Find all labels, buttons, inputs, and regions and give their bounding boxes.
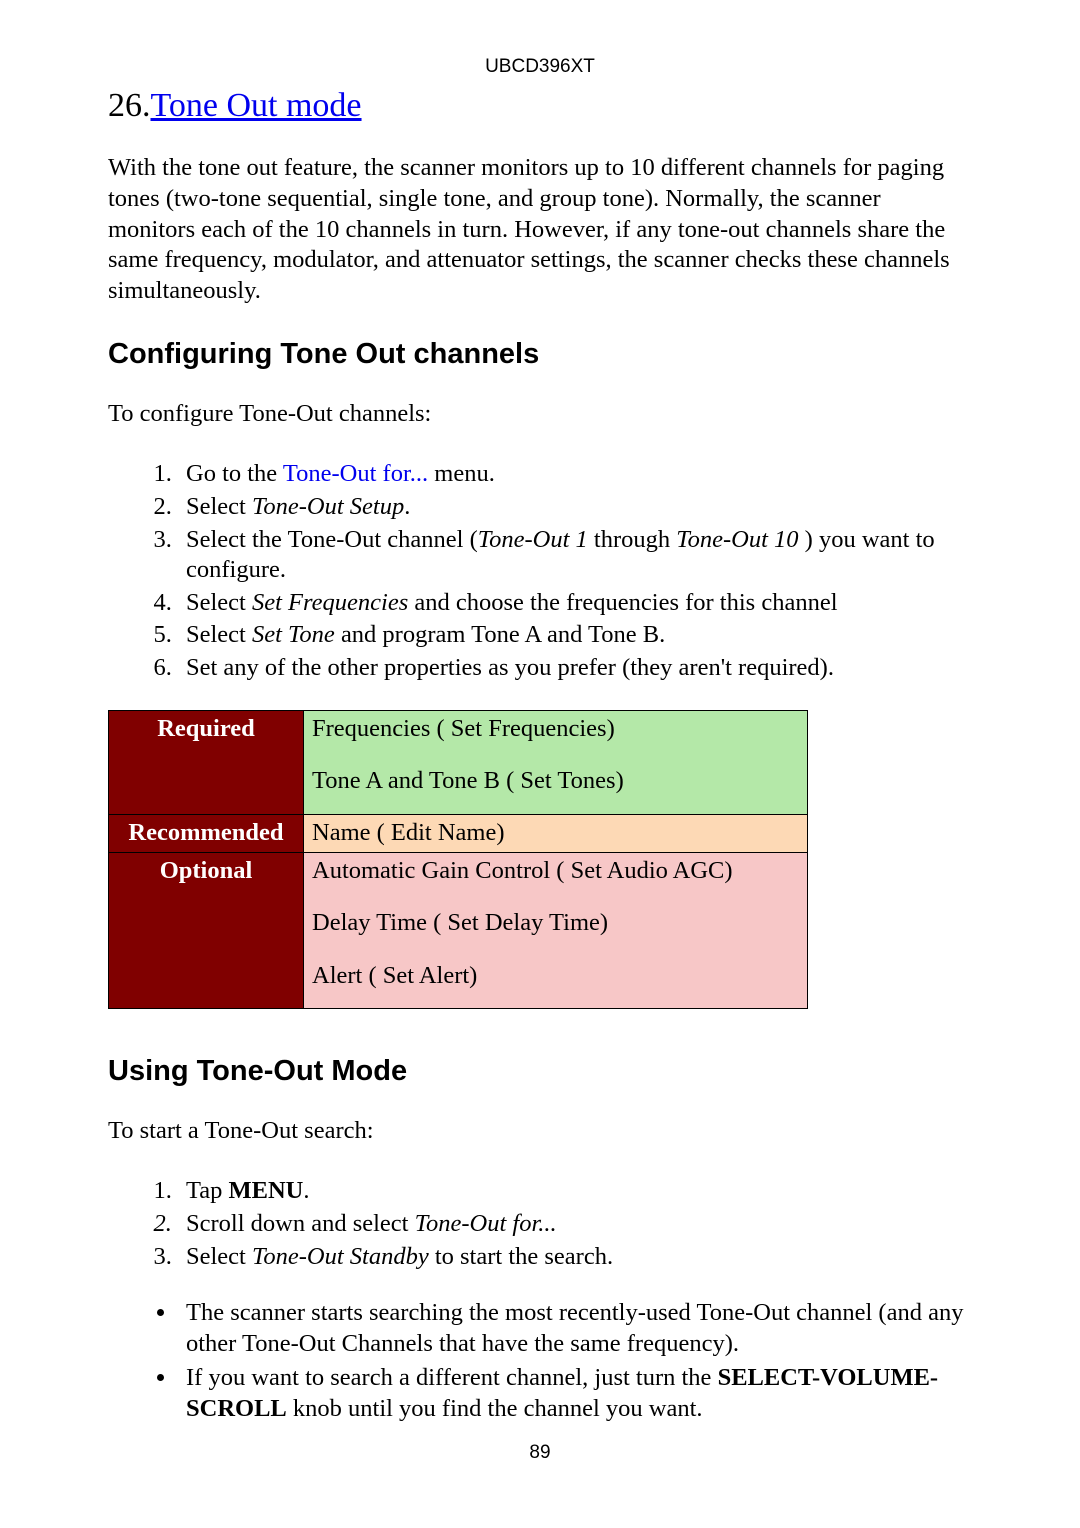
step-text: through	[588, 526, 676, 553]
step-italic: Set Frequencies	[252, 589, 408, 616]
step-italic: Tone-Out for...	[415, 1210, 557, 1237]
spacer	[312, 939, 799, 961]
list-item: Set any of the other properties as you p…	[178, 653, 972, 684]
step-text: Tap	[186, 1177, 229, 1204]
cell-text: Delay Time ( Set Delay Time)	[312, 909, 608, 936]
list-item: The scanner starts searching the most re…	[178, 1298, 972, 1359]
page-number: 89	[108, 1441, 972, 1465]
bullet-text: The scanner starts searching the most re…	[186, 1299, 963, 1357]
optional-header: Optional	[109, 852, 304, 1009]
step-italic: Tone-Out Standby	[252, 1243, 429, 1270]
step-italic: Set Tone	[252, 621, 335, 648]
step-text: Set any of the other properties as you p…	[186, 654, 834, 681]
list-item: Select Set Frequencies and choose the fr…	[178, 588, 972, 619]
list-item: Select the Tone-Out channel (Tone-Out 1 …	[178, 525, 972, 586]
step-italic: Tone-Out 1	[478, 526, 588, 553]
configure-steps: Go to the Tone-Out for... menu. Select T…	[108, 459, 972, 683]
list-item: Select Tone-Out Setup.	[178, 492, 972, 523]
required-cell: Frequencies ( Set Frequencies) Tone A an…	[304, 710, 808, 814]
list-item: Select Tone-Out Standby to start the sea…	[178, 1242, 972, 1273]
spacer	[312, 797, 799, 811]
table-row: Required Frequencies ( Set Frequencies) …	[109, 710, 808, 814]
table-row: Recommended Name ( Edit Name)	[109, 814, 808, 852]
step-text: .	[404, 493, 410, 520]
cell-text: Frequencies ( Set Frequencies)	[312, 715, 615, 742]
recommended-header: Recommended	[109, 814, 304, 852]
cell-text: Name ( Edit Name)	[312, 819, 505, 846]
spacer	[312, 886, 799, 908]
page-content: UBCD396XT 26.Tone Out mode With the tone…	[0, 0, 1080, 1464]
list-item: Scroll down and select Tone-Out for...	[178, 1209, 972, 1240]
title-number: 26.	[108, 87, 151, 124]
step-text: Select	[186, 493, 252, 520]
spacer	[312, 744, 799, 766]
list-item: Select Set Tone and program Tone A and T…	[178, 620, 972, 651]
settings-table: Required Frequencies ( Set Frequencies) …	[108, 710, 808, 1010]
header-model: UBCD396XT	[108, 55, 972, 79]
cell-text: Tone A and Tone B ( Set Tones)	[312, 767, 624, 794]
step-text: Select	[186, 589, 252, 616]
step-text: Go to the	[186, 460, 283, 487]
step-text: to start the search.	[429, 1243, 613, 1270]
page-title: 26.Tone Out mode	[108, 85, 972, 128]
section2-heading: Using Tone-Out Mode	[108, 1053, 972, 1089]
bullet-text: If you want to search a different channe…	[186, 1364, 718, 1391]
section2-intro: To start a Tone-Out search:	[108, 1116, 972, 1147]
step-text: menu.	[428, 460, 495, 487]
recommended-cell: Name ( Edit Name)	[304, 814, 808, 852]
step-text: .	[303, 1177, 309, 1204]
using-steps: Tap MENU. Scroll down and select Tone-Ou…	[108, 1176, 972, 1272]
optional-cell: Automatic Gain Control ( Set Audio AGC) …	[304, 852, 808, 1009]
cell-text: Alert ( Set Alert)	[312, 962, 477, 989]
title-link[interactable]: Tone Out mode	[151, 87, 362, 124]
step-bold: MENU	[229, 1177, 304, 1204]
list-item: Tap MENU.	[178, 1176, 972, 1207]
table-row: Optional Automatic Gain Control ( Set Au…	[109, 852, 808, 1009]
list-item: If you want to search a different channe…	[178, 1363, 972, 1424]
spacer	[312, 991, 799, 1005]
step-italic: Tone-Out 10	[676, 526, 798, 553]
step-text: and choose the frequencies for this chan…	[408, 589, 837, 616]
section1-intro: To configure Tone-Out channels:	[108, 399, 972, 430]
step-text: Select the Tone-Out channel (	[186, 526, 478, 553]
step-italic: Tone-Out Setup	[252, 493, 404, 520]
step-text: and program Tone A and Tone B.	[335, 621, 665, 648]
cell-text: Automatic Gain Control ( Set Audio AGC)	[312, 857, 733, 884]
step-text: Select	[186, 1243, 252, 1270]
required-header: Required	[109, 710, 304, 814]
list-item: Go to the Tone-Out for... menu.	[178, 459, 972, 490]
tone-out-for-link[interactable]: Tone-Out for...	[283, 460, 428, 487]
step-text: Select	[186, 621, 252, 648]
bullet-text: knob until you find the channel you want…	[287, 1395, 703, 1422]
section1-heading: Configuring Tone Out channels	[108, 336, 972, 372]
using-bullets: The scanner starts searching the most re…	[108, 1298, 972, 1425]
step-text: Scroll down and select	[186, 1210, 415, 1237]
intro-paragraph: With the tone out feature, the scanner m…	[108, 153, 972, 306]
